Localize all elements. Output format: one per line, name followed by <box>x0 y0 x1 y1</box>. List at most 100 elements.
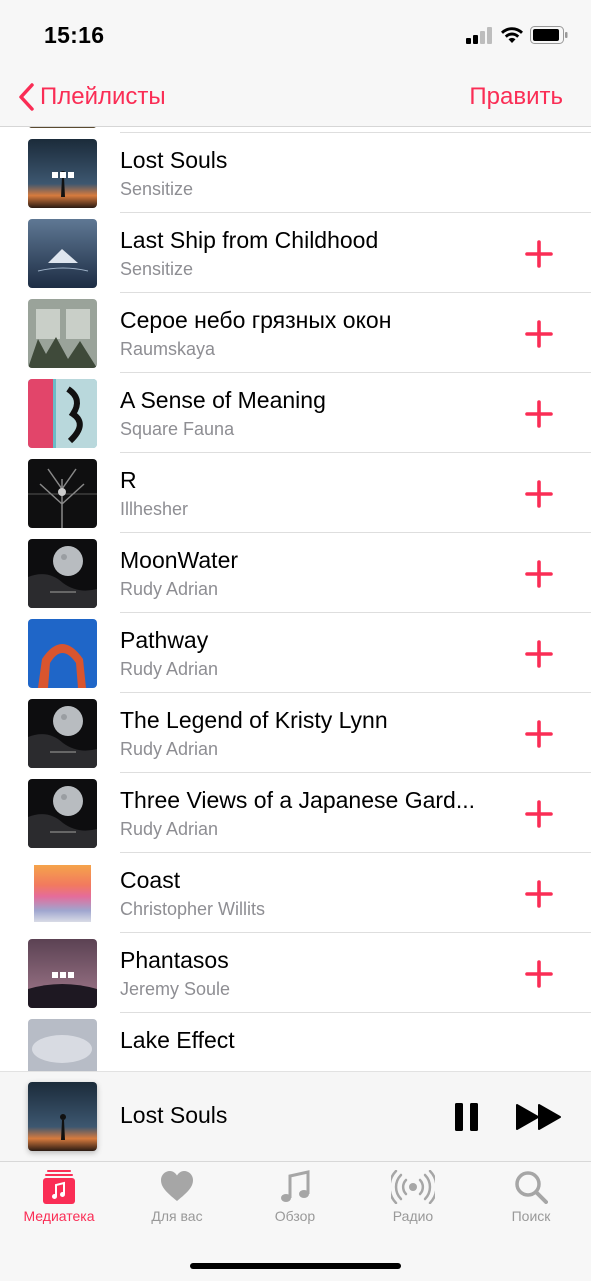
track-artist: Rudy Adrian <box>120 659 219 679</box>
album-artwork <box>28 139 97 208</box>
track-artist: Sensitize <box>120 259 194 279</box>
add-to-library-button[interactable] <box>524 319 554 349</box>
track-title: Coast <box>120 867 181 893</box>
pause-button[interactable] <box>454 1102 480 1132</box>
track-title: MoonWater <box>120 547 239 573</box>
tab-label: Поиск <box>511 1208 551 1224</box>
track-text: Lost Souls Sensitize <box>120 145 500 201</box>
track-text: Three Views of a Japanese Gard... Rudy A… <box>120 785 500 841</box>
mini-player-artwork[interactable] <box>28 1082 97 1151</box>
track-title: R <box>120 467 137 493</box>
track-title: The Legend of Kristy Lynn <box>120 707 388 733</box>
track-title: Three Views of a Japanese Gard... <box>120 787 475 813</box>
mini-player-title[interactable]: Lost Souls <box>120 1102 227 1129</box>
status-bar: 15:16 <box>0 0 591 70</box>
tab-library[interactable]: Медиатека <box>0 1170 118 1234</box>
tab-search[interactable]: Поиск <box>472 1170 590 1234</box>
track-text: Phantasos Jeremy Soule <box>120 945 500 1001</box>
heart-icon <box>161 1171 193 1201</box>
add-to-library-button[interactable] <box>524 399 554 429</box>
back-label: Плейлисты <box>40 83 166 110</box>
album-artwork <box>28 859 97 928</box>
plus-icon <box>525 320 553 348</box>
album-artwork <box>28 219 97 288</box>
now-playing-indicator-icon <box>52 172 74 178</box>
chevron-left-icon <box>19 83 34 111</box>
tab-label: Обзор <box>274 1208 316 1224</box>
track-text: Coast Christopher Willits <box>120 865 500 921</box>
plus-icon <box>525 880 553 908</box>
plus-icon <box>525 240 553 268</box>
track-artist: Rudy Adrian <box>120 739 219 759</box>
track-row[interactable]: Coast Christopher Willits <box>0 853 591 933</box>
album-artwork <box>28 619 97 688</box>
search-icon <box>515 1171 548 1204</box>
add-to-library-button[interactable] <box>524 799 554 829</box>
plus-icon <box>525 640 553 668</box>
track-title: Lost Souls <box>120 147 228 173</box>
album-artwork <box>28 379 97 448</box>
tab-browse[interactable]: Обзор <box>236 1170 354 1234</box>
add-to-library-button[interactable] <box>524 479 554 509</box>
radio-icon <box>391 1170 435 1204</box>
track-text: A Sense of Meaning Square Fauna <box>120 385 500 441</box>
track-row[interactable]: Pathway Rudy Adrian <box>0 613 591 693</box>
plus-icon <box>525 560 553 588</box>
add-to-library-button[interactable] <box>524 239 554 269</box>
fast-forward-button[interactable] <box>516 1103 562 1131</box>
album-artwork <box>28 779 97 848</box>
plus-icon <box>525 800 553 828</box>
tab-label: Медиатека <box>23 1208 95 1224</box>
track-title: Last Ship from Childhood <box>120 227 379 253</box>
music-note-icon <box>281 1170 310 1202</box>
add-to-library-button[interactable] <box>524 559 554 589</box>
tab-radio[interactable]: Радио <box>354 1170 472 1234</box>
tab-label: Для вас <box>151 1208 203 1224</box>
track-text: Lake Effect <box>120 1025 500 1057</box>
track-row[interactable]: The Legend of Kristy Lynn Rudy Adrian <box>0 693 591 773</box>
track-title: Phantasos <box>120 947 229 973</box>
track-artist: Illhesher <box>120 499 189 519</box>
add-to-library-button[interactable] <box>524 639 554 669</box>
track-row[interactable]: Phantasos Jeremy Soule <box>0 933 591 1013</box>
track-title: Lake Effect <box>120 1027 235 1053</box>
add-to-library-button[interactable] <box>524 719 554 749</box>
navigation-bar: Плейлисты Править <box>0 70 591 127</box>
home-indicator <box>190 1263 401 1269</box>
plus-icon <box>525 720 553 748</box>
album-artwork <box>28 299 97 368</box>
now-playing-indicator-icon <box>52 972 74 978</box>
track-row[interactable]: Серое небо грязных окон Raumskaya <box>0 293 591 373</box>
track-artist: Christopher Willits <box>120 899 266 919</box>
edit-button[interactable]: Править <box>469 83 563 111</box>
track-row[interactable]: A Sense of Meaning Square Fauna <box>0 373 591 453</box>
track-row[interactable]: Lake Effect <box>0 1013 591 1071</box>
tab-for-you[interactable]: Для вас <box>118 1170 236 1234</box>
track-row[interactable]: Lost Souls Sensitize <box>0 133 591 213</box>
track-artist: Jeremy Soule <box>120 979 231 999</box>
battery-icon <box>530 26 568 44</box>
track-row[interactable]: MoonWater Rudy Adrian <box>0 533 591 613</box>
track-artist: Square Fauna <box>120 419 235 439</box>
add-to-library-button[interactable] <box>524 879 554 909</box>
track-artist: Raumskaya <box>120 339 216 359</box>
track-row[interactable]: R Illhesher <box>0 453 591 533</box>
track-text: The Legend of Kristy Lynn Rudy Adrian <box>120 705 500 761</box>
back-button[interactable]: Плейлисты <box>16 80 166 114</box>
track-row[interactable]: Last Ship from Childhood Sensitize <box>0 213 591 293</box>
track-artist: Sensitize <box>120 179 194 199</box>
track-title: A Sense of Meaning <box>120 387 326 413</box>
plus-icon <box>525 400 553 428</box>
track-row[interactable]: Three Views of a Japanese Gard... Rudy A… <box>0 773 591 853</box>
track-text: Last Ship from Childhood Sensitize <box>120 225 500 281</box>
album-artwork <box>28 459 97 528</box>
track-title: Серое небо грязных окон <box>120 307 392 333</box>
mini-player[interactable]: Lost Souls <box>0 1071 591 1162</box>
album-artwork <box>28 127 97 128</box>
track-list[interactable]: Sensitize Lost Souls Sensitize Last Ship… <box>0 127 591 1071</box>
library-icon <box>43 1170 75 1204</box>
track-text: Серое небо грязных окон Raumskaya <box>120 305 500 361</box>
add-to-library-button[interactable] <box>524 959 554 989</box>
album-artwork <box>28 1019 97 1071</box>
cellular-signal-icon <box>466 27 492 44</box>
